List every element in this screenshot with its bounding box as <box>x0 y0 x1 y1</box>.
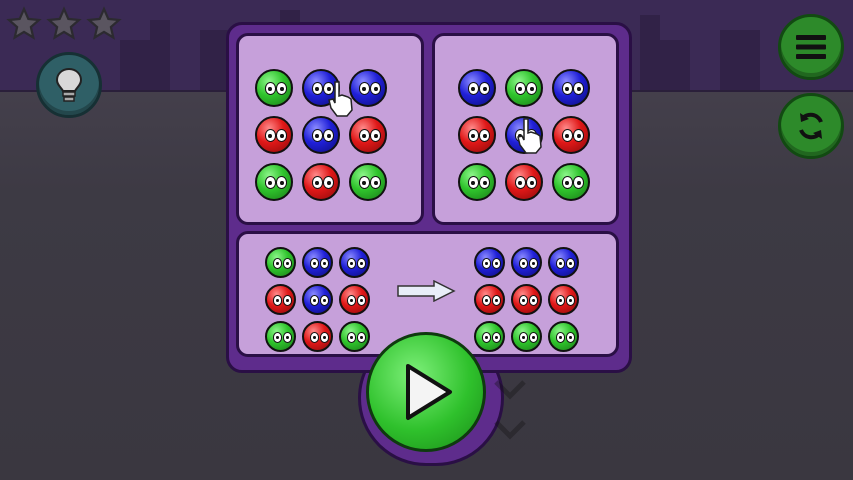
red-ball <box>255 116 293 154</box>
play-button[interactable] <box>366 332 486 452</box>
red-ball <box>349 116 387 154</box>
red-ball <box>511 284 542 315</box>
red-ball <box>302 321 333 352</box>
green-ball <box>505 69 543 107</box>
star-icon <box>6 6 42 40</box>
swipe-hand-icon <box>328 81 353 117</box>
blue-ball <box>511 247 542 278</box>
hint-button[interactable] <box>36 52 102 118</box>
green-ball <box>339 321 370 352</box>
red-ball <box>505 163 543 201</box>
chevron-down-icon <box>494 420 526 440</box>
blue-ball <box>552 69 590 107</box>
chevron-down-icon <box>494 380 526 400</box>
green-ball <box>255 69 293 107</box>
blue-ball <box>302 247 333 278</box>
red-ball <box>302 163 340 201</box>
lightbulb-icon <box>55 67 83 102</box>
star-icon <box>86 6 122 40</box>
green-ball <box>255 163 293 201</box>
menu-button[interactable] <box>778 14 844 80</box>
red-ball <box>265 284 296 315</box>
restart-button[interactable] <box>778 93 844 159</box>
star-icon <box>46 6 82 40</box>
blue-ball <box>302 284 333 315</box>
play-icon <box>406 364 452 420</box>
star-rating <box>6 6 122 42</box>
green-ball <box>265 321 296 352</box>
red-ball <box>552 116 590 154</box>
blue-ball <box>458 69 496 107</box>
arrow-right-icon <box>397 280 456 302</box>
blue-ball <box>339 247 370 278</box>
green-ball <box>474 321 505 352</box>
green-ball <box>511 321 542 352</box>
green-ball <box>552 163 590 201</box>
green-ball <box>349 163 387 201</box>
red-ball <box>458 116 496 154</box>
green-ball <box>458 163 496 201</box>
blue-ball <box>302 116 340 154</box>
red-ball <box>474 284 505 315</box>
red-ball <box>548 284 579 315</box>
green-ball <box>548 321 579 352</box>
hamburger-menu-icon <box>796 35 826 59</box>
green-ball <box>265 247 296 278</box>
restart-icon <box>799 112 823 140</box>
blue-ball <box>548 247 579 278</box>
swipe-hand-icon <box>517 118 542 154</box>
red-ball <box>339 284 370 315</box>
blue-ball <box>474 247 505 278</box>
